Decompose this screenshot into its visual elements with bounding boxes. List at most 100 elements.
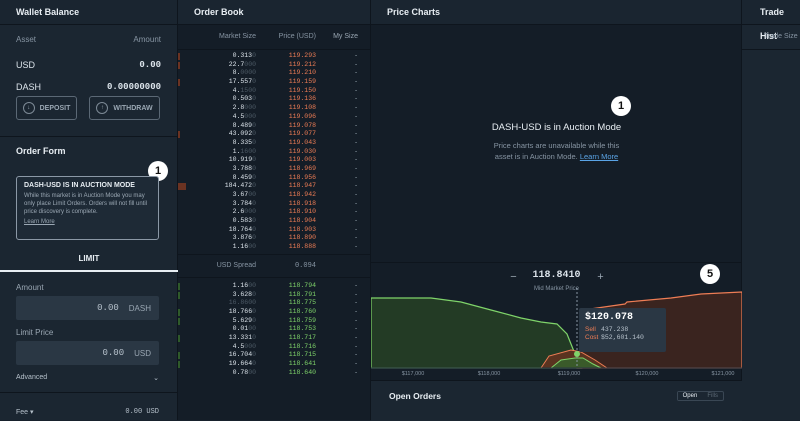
depth-chart[interactable] — [371, 288, 742, 380]
order-book-row[interactable]: 3.6280 118.791 - — [178, 291, 370, 300]
order-book-row[interactable]: 19.6640 118.641 - — [178, 360, 370, 369]
order-book-row[interactable]: 4.5000 118.716 - — [178, 343, 370, 352]
order-book-row[interactable]: 16.7040 118.715 - — [178, 351, 370, 360]
order-book-row[interactable]: 3.7880 118.969 - — [178, 165, 370, 174]
price-value: 118.969 — [288, 164, 316, 172]
market-size-padding: 00 — [248, 281, 256, 289]
tab-limit[interactable]: LIMIT — [0, 248, 178, 272]
tooltip-price: $120.078 — [585, 312, 634, 323]
order-book-row[interactable]: 2.6000 118.910 - — [178, 208, 370, 217]
market-size-value: 3.67 — [232, 191, 249, 198]
order-book-row[interactable]: 43.0920 119.077 - — [178, 130, 370, 139]
order-book-row[interactable]: 8.4590 118.956 - — [178, 174, 370, 183]
deposit-button[interactable]: ↓ DEPOSIT — [16, 96, 77, 120]
order-book-row[interactable]: 13.3310 118.717 - — [178, 334, 370, 343]
auction-learn-more-link[interactable]: Learn More — [580, 152, 618, 161]
market-size-padding: 000 — [244, 104, 256, 112]
order-book-row[interactable]: 1.1600 118.794 - — [178, 282, 370, 291]
tab-fills[interactable]: Fills — [702, 392, 723, 400]
market-size: 16.8600 — [184, 299, 256, 308]
price-value: 119.136 — [288, 95, 316, 103]
order-book-row[interactable]: 0.3130 119.293 - — [178, 52, 370, 61]
order-book-row[interactable]: 3.8760 118.890 - — [178, 234, 370, 243]
order-book-row[interactable]: 3.7840 118.918 - — [178, 200, 370, 209]
order-book-row[interactable]: 0.5830 118.904 - — [178, 217, 370, 226]
notice-learn-more-link[interactable]: Learn More — [24, 218, 151, 226]
price-value: 118.640 — [288, 368, 316, 376]
open-orders-panel: Open Orders Open Fills — [371, 380, 742, 421]
order-book-row[interactable]: 17.5570 119.159 - — [178, 78, 370, 87]
depth-bar — [178, 79, 180, 87]
order-book-row[interactable]: 8.3350 119.043 - — [178, 139, 370, 148]
amount-field[interactable]: 0.00 DASH — [16, 296, 159, 320]
order-book-row[interactable]: 18.7640 118.903 - — [178, 226, 370, 235]
tooltip-cost-value: $52,601.140 — [601, 334, 644, 341]
order-book-row[interactable]: 4.1500 119.150 - — [178, 87, 370, 96]
order-book-row[interactable]: 1.1600 119.030 - — [178, 148, 370, 157]
my-size-value: - — [354, 281, 358, 289]
order-book-row[interactable]: 2.8000 119.108 - — [178, 104, 370, 113]
order-book-row[interactable]: 10.9190 119.003 - — [178, 156, 370, 165]
balance-row-usd: USD 0.00 — [0, 59, 177, 71]
order-book-row[interactable]: 3.6700 118.942 - — [178, 191, 370, 200]
order-book-row[interactable]: 0.5030 119.136 - — [178, 95, 370, 104]
limit-price-field[interactable]: 0.00 USD — [16, 341, 159, 365]
order-book-row[interactable]: 4.5000 119.096 - — [178, 113, 370, 122]
order-book-row[interactable]: 0.0100 118.753 - — [178, 325, 370, 334]
advanced-label: Advanced — [16, 374, 48, 381]
order-book-row[interactable]: 18.7660 118.760 - — [178, 308, 370, 317]
fee-row: Fee ▾ 0.00 USD — [16, 408, 159, 416]
order-book-row[interactable]: 184.4720 118.947 - — [178, 182, 370, 191]
price-value: 119.293 — [288, 52, 316, 59]
order-book-row[interactable]: 0.7800 118.640 - — [178, 369, 370, 378]
market-size: 0.5830 — [184, 217, 256, 226]
my-size-value: - — [354, 217, 358, 225]
my-size-value: - — [354, 368, 358, 376]
market-size: 184.4720 — [184, 182, 256, 191]
market-size: 18.7660 — [184, 308, 256, 317]
order-book-row[interactable]: 16.8600 118.775 - — [178, 299, 370, 308]
order-book-row[interactable]: 8.4890 119.078 - — [178, 122, 370, 131]
mid-market-price: 118.8410 — [532, 270, 581, 281]
order-book-row[interactable]: 5.6290 118.759 - — [178, 317, 370, 326]
price-value: 118.888 — [288, 243, 316, 251]
market-size-padding: 0000 — [240, 69, 256, 77]
market-size-value: 22.7 — [228, 60, 245, 68]
price-value: 119.108 — [288, 104, 316, 112]
bids-list: 1.1600 118.794-3.6280 118.791-16.8600 118.7… — [178, 278, 370, 378]
my-size-value: - — [354, 325, 358, 333]
my-size-value: - — [354, 78, 358, 86]
market-size-padding: 000 — [244, 342, 256, 350]
x-axis-tick-label: $117,000 — [401, 371, 425, 377]
market-size: 0.7800 — [184, 369, 256, 378]
asset-amount: 0.00 — [139, 60, 161, 70]
zoom-in-button[interactable]: + — [592, 268, 609, 285]
arrow-down-icon: ↓ — [22, 102, 35, 114]
market-size: 19.6640 — [184, 360, 256, 369]
wallet-title: Wallet Balance — [0, 0, 177, 25]
price-value: 118.775 — [288, 299, 316, 307]
tab-open[interactable]: Open — [677, 392, 703, 400]
order-book-row[interactable]: 22.7000 119.212 - — [178, 61, 370, 70]
depth-bar — [178, 291, 180, 299]
price-value: 118.947 — [288, 182, 316, 190]
market-size-value: 0.583 — [232, 217, 253, 225]
my-size-value: - — [354, 173, 358, 181]
my-size-value: - — [354, 243, 358, 251]
market-size-padding: 00 — [248, 325, 256, 333]
market-size-value: 1.16 — [232, 281, 249, 289]
market-size: 18.7640 — [184, 226, 256, 235]
withdraw-button[interactable]: ↑ WITHDRAW — [89, 96, 160, 120]
market-size-value: 184.472 — [224, 182, 253, 190]
my-size-value: - — [354, 351, 358, 359]
my-size-value: - — [354, 130, 358, 138]
my-size-value: - — [354, 164, 358, 172]
order-book-row[interactable]: 1.1600 118.888 - — [178, 243, 370, 252]
price-header: Price (USD) — [278, 33, 316, 40]
asset-column-header: Asset — [16, 35, 37, 44]
market-size: 4.1500 — [184, 87, 256, 96]
market-size: 1.1600 — [184, 148, 256, 157]
order-book-row[interactable]: 8.0000 119.210 - — [178, 69, 370, 78]
market-size-value: 0.78 — [232, 368, 249, 376]
advanced-toggle[interactable]: Advanced ⌄ — [16, 374, 159, 382]
